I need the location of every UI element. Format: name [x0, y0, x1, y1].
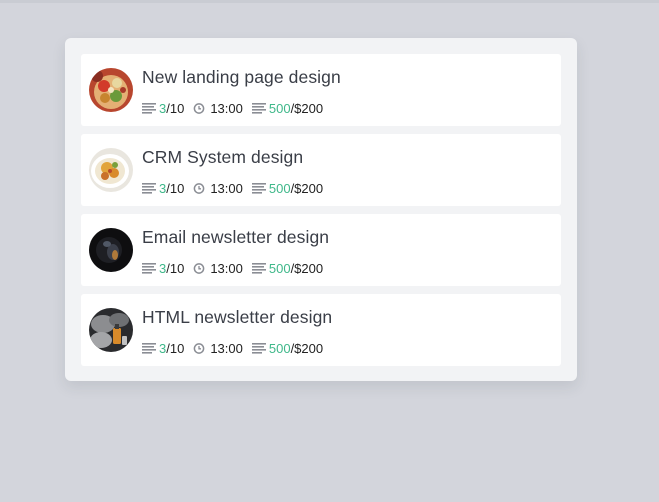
list-icon	[251, 262, 266, 274]
due-time: 13:00	[193, 341, 243, 356]
task-card-html-newsletter[interactable]: HTML newsletter design 3/10 13:00 500 /$…	[81, 294, 561, 366]
subtasks-count: 3/10	[142, 181, 184, 196]
clock-icon	[193, 342, 207, 354]
budget-spent: 500	[268, 340, 291, 356]
clock-icon	[193, 262, 207, 274]
budget: 500/$200	[251, 100, 324, 116]
time-value: 13:00	[210, 340, 243, 356]
subtasks-done: 3	[159, 340, 167, 356]
subtasks-total: /10	[166, 340, 185, 356]
time-value: 13:00	[210, 100, 243, 116]
window-top-edge	[0, 0, 659, 3]
budget-total: /$200	[290, 100, 324, 116]
task-card-email-newsletter[interactable]: Email newsletter design 3/10 13:00 500 /…	[81, 214, 561, 286]
subtasks-total: /10	[166, 260, 185, 276]
task-title: New landing page design	[142, 67, 341, 87]
task-title: Email newsletter design	[142, 227, 330, 247]
task-list-panel: New landing page design 3/10 13:00 500 /…	[65, 38, 577, 381]
budget-spent: 500	[268, 100, 291, 116]
time-value: 13:00	[210, 260, 243, 276]
subtasks-done: 3	[159, 100, 167, 116]
list-icon	[142, 182, 156, 194]
subtasks-done: 3	[159, 260, 167, 276]
dark-object-thumbnail	[89, 228, 133, 272]
subtasks-count: 3/10	[142, 261, 184, 276]
subtasks-done: 3	[159, 180, 167, 196]
list-icon	[251, 102, 266, 114]
list-icon	[142, 262, 156, 274]
food-salad-thumbnail	[89, 68, 133, 112]
task-meta: 3/10 13:00 500/$200	[142, 260, 323, 276]
time-value: 13:00	[210, 180, 243, 196]
list-icon	[251, 182, 266, 194]
due-time: 13:00	[193, 101, 243, 116]
smoke-bottle-thumbnail	[89, 308, 133, 352]
task-title: CRM System design	[142, 147, 304, 167]
due-time: 13:00	[193, 181, 243, 196]
clock-icon	[193, 102, 207, 114]
subtasks-count: 3/10	[142, 101, 184, 116]
task-meta: 3/10 13:00 500/$200	[142, 100, 323, 116]
budget: 500/$200	[251, 340, 324, 356]
budget: 500/$200	[251, 260, 324, 276]
budget-total: /$200	[290, 340, 324, 356]
budget-spent: 500	[268, 180, 291, 196]
list-icon	[142, 102, 156, 114]
subtasks-count: 3/10	[142, 341, 184, 356]
list-icon	[142, 342, 156, 354]
task-meta: 3/10 13:00 500/$200	[142, 340, 323, 356]
task-title: HTML newsletter design	[142, 307, 333, 327]
budget: 500/$200	[251, 180, 324, 196]
subtasks-total: /10	[166, 100, 185, 116]
food-plate-thumbnail	[89, 148, 133, 192]
clock-icon	[193, 182, 207, 194]
subtasks-total: /10	[166, 180, 185, 196]
budget-total: /$200	[290, 180, 324, 196]
task-card-crm-system[interactable]: CRM System design 3/10 13:00 500/$200	[81, 134, 561, 206]
task-card-new-landing-page[interactable]: New landing page design 3/10 13:00 500 /…	[81, 54, 561, 126]
due-time: 13:00	[193, 261, 243, 276]
budget-spent: 500	[268, 260, 291, 276]
list-icon	[251, 342, 266, 354]
task-meta: 3/10 13:00 500/$200	[142, 180, 323, 196]
budget-total: /$200	[290, 260, 324, 276]
